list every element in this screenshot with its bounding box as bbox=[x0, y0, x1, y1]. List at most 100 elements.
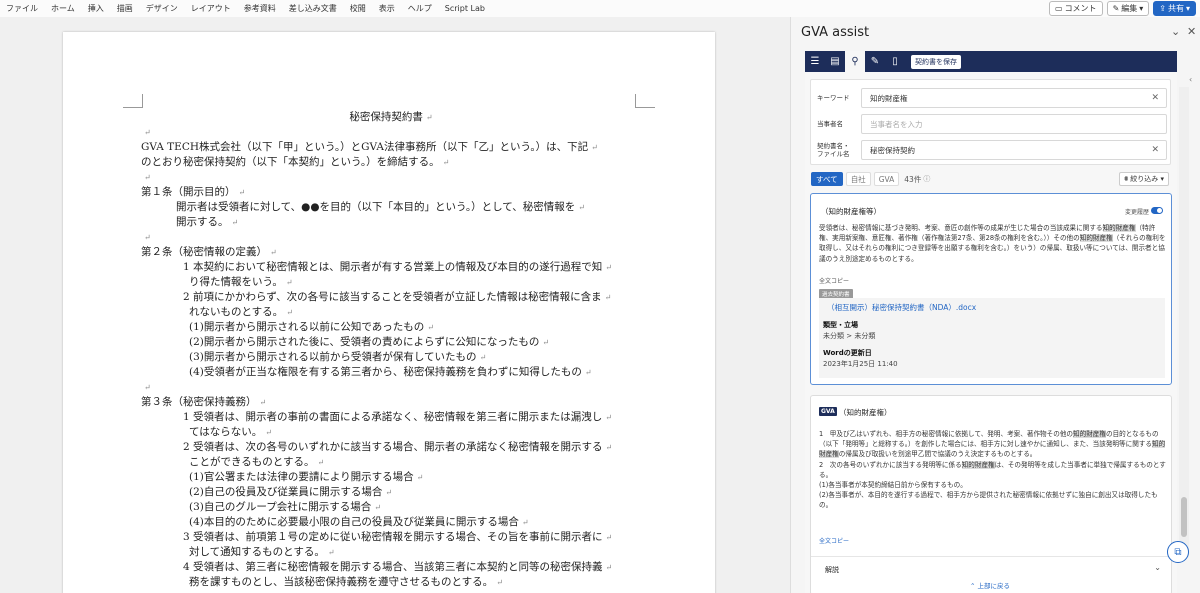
document-canvas: 秘密保持契約書 ↵ ↵ GVA TECH株式会社（以下「甲」という。）とGVA法律事… bbox=[0, 17, 790, 593]
pencil-icon: ✎ bbox=[1112, 4, 1120, 13]
document-line: 4 受領者は、第三者に秘密情報を開示する場合、当該第三者に本契約と同等の秘密保持… bbox=[183, 561, 613, 573]
contract-input[interactable]: 秘密保持契約 ✕ bbox=[861, 140, 1167, 160]
addin-content: ☰ ▤ ⚲ ✎ ▯ 契約書を保存 キーワード 知的財産権 ✕ 当事者名 当事者名を… bbox=[805, 51, 1177, 593]
ribbon-tab[interactable]: 参考資料 bbox=[244, 0, 276, 17]
chevron-down-icon[interactable]: ⌄ bbox=[1171, 25, 1180, 38]
explanation-label: 解説 bbox=[825, 566, 839, 574]
chevron-up-icon: ⌃ bbox=[970, 582, 976, 590]
ribbon-tab[interactable]: 差し込み文書 bbox=[289, 0, 337, 17]
toggle-label: 変更履歴 bbox=[1124, 209, 1149, 216]
share-icon: ⇪ bbox=[1159, 4, 1166, 13]
document-line: 第２条（秘密情報の定義） ↵ bbox=[141, 246, 277, 258]
party-label: 当事者名 bbox=[817, 120, 843, 128]
copy-all-link[interactable]: 全文コピー bbox=[819, 276, 849, 285]
filter-all[interactable]: すべて bbox=[811, 172, 843, 186]
addin-toolbar: ☰ ▤ ⚲ ✎ ▯ 契約書を保存 bbox=[805, 51, 1177, 72]
ribbon-actions: ▭ コメント ✎ 編集 ▾ ⇪ 共有 ▾ bbox=[1049, 1, 1196, 16]
crop-mark-left bbox=[123, 94, 143, 108]
filter-icon: ⩩ bbox=[1124, 174, 1129, 183]
comment-button[interactable]: ▭ コメント bbox=[1049, 1, 1103, 16]
narrow-label: 絞り込み bbox=[1130, 175, 1159, 183]
panel-scrollbar[interactable] bbox=[1179, 87, 1189, 557]
file-icon[interactable]: ▯ bbox=[885, 51, 905, 72]
keyword-label: キーワード bbox=[817, 94, 850, 102]
edit-label: 編集 bbox=[1121, 4, 1138, 13]
clear-icon[interactable]: ✕ bbox=[1151, 145, 1159, 155]
ribbon-tab[interactable]: Script Lab bbox=[445, 0, 485, 17]
document-line: 3 受領者は、前項第１号の定めに従い秘密情報を開示する場合、その旨を事前に開示者… bbox=[183, 531, 613, 543]
document-line: (4)本目的のために必要最小限の自己の役員及び従業員に開示する場合 ↵ bbox=[189, 516, 529, 528]
help-icon[interactable]: ⓘ bbox=[923, 174, 930, 184]
search-form: キーワード 知的財産権 ✕ 当事者名 当事者名を入力 契約書名・ ファイル名 秘密保… bbox=[810, 79, 1171, 165]
ribbon-tab[interactable]: 描画 bbox=[117, 0, 133, 17]
document-line: 対して通知するものとする。 ↵ bbox=[189, 546, 335, 558]
chevron-down-icon: ▾ bbox=[1160, 175, 1164, 183]
ribbon-tab[interactable]: レイアウト bbox=[191, 0, 231, 17]
document-line: 第３条（秘密保持義務） ↵ bbox=[141, 396, 267, 408]
document-line: り得た情報をいう。 ↵ bbox=[189, 276, 293, 288]
document-line: 2 受領者は、次の各号のいずれかに該当する場合、開示者の承諾なく秘密情報を開示す… bbox=[183, 441, 613, 453]
document-line: (2)開示者から開示された後に、受領者の責めによらずに公知になったもの ↵ bbox=[189, 336, 550, 348]
contract-label: 契約書名・ ファイル名 bbox=[817, 142, 850, 158]
ribbon-tab[interactable]: デザイン bbox=[146, 0, 178, 17]
ribbon-tab[interactable]: ファイル bbox=[6, 0, 38, 17]
document-line: てはならない。 ↵ bbox=[189, 426, 272, 438]
source-link[interactable]: （相互開示）秘密保持契約書（NDA）.docx bbox=[827, 302, 976, 313]
document-line: GVA TECH株式会社（以下「甲」という。）とGVA法律事務所（以下「乙」とい… bbox=[141, 141, 598, 153]
result-card[interactable]: （知的財産権等） 変更履歴 受領者は、秘密情報に基づき発明、考案、意匠の創作等の… bbox=[810, 193, 1172, 385]
filter-gva[interactable]: GVA bbox=[873, 172, 900, 186]
clause-tag: （知的財産権等） bbox=[821, 207, 881, 216]
document-line: ↵ bbox=[144, 383, 151, 392]
comment-icon: ▭ bbox=[1055, 4, 1063, 13]
save-contract-button[interactable]: 契約書を保存 bbox=[911, 54, 961, 69]
document-icon[interactable]: ▤ bbox=[825, 51, 845, 72]
clear-icon[interactable]: ✕ bbox=[1151, 93, 1159, 103]
chevron-down-icon: ▾ bbox=[1185, 4, 1190, 13]
edit-button[interactable]: ✎ 編集 ▾ bbox=[1106, 1, 1150, 16]
document-lines: ↵ GVA TECH株式会社（以下「甲」という。）とGVA法律事務所（以下「乙」と… bbox=[141, 125, 641, 590]
clause-text[interactable]: 受領者は、秘密情報に基づき発明、考案、意匠の創作等の成果が生じた場合の当該成果に… bbox=[819, 223, 1167, 264]
contract-value: 秘密保持契約 bbox=[870, 145, 915, 155]
ribbon-tab[interactable]: 校閲 bbox=[350, 0, 366, 17]
back-to-top-link[interactable]: ⌃ 上部に戻る bbox=[970, 580, 1010, 590]
document-line: ↵ bbox=[144, 233, 151, 242]
document-line: 開示する。 ↵ bbox=[176, 216, 239, 228]
ribbon-tab[interactable]: 表示 bbox=[379, 0, 395, 17]
party-placeholder: 当事者名を入力 bbox=[870, 119, 923, 129]
filter-own[interactable]: 自社 bbox=[845, 172, 871, 186]
document-line: (2)自己の役員及び従業員に開示する場合 ↵ bbox=[189, 486, 393, 498]
updated-value: 2023年1月25日 11:40 bbox=[823, 360, 898, 368]
task-pane: GVA assist ⌄ ✕ ‹ ☰ ▤ ⚲ ✎ ▯ 契約書を保存 キーワード … bbox=[790, 17, 1200, 593]
ribbon-tab[interactable]: ホーム bbox=[51, 0, 75, 17]
keyword-input[interactable]: 知的財産権 ✕ bbox=[861, 88, 1167, 108]
ribbon-tabs: ファイル ホーム 挿入 描画 デザイン レイアウト 参考資料 差し込み文書 校閲 表示 ヘルプ Scr… bbox=[0, 0, 498, 17]
document-page[interactable]: 秘密保持契約書 ↵ ↵ GVA TECH株式会社（以下「甲」という。）とGVA法律事… bbox=[63, 32, 715, 593]
ribbon-tab[interactable]: 挿入 bbox=[88, 0, 104, 17]
search-icon[interactable]: ⚲ bbox=[845, 51, 865, 72]
folder-share-icon[interactable]: ⧉ bbox=[1167, 541, 1189, 563]
document-body[interactable]: 秘密保持契約書 ↵ ↵ GVA TECH株式会社（以下「甲」という。）とGVA法律事… bbox=[141, 110, 641, 590]
document-line: (1)開示者から開示される以前に公知であったもの ↵ bbox=[189, 321, 434, 333]
document-line: (4)受領者が正当な権限を有する第三者から、秘密保持義務を負わずに知得したもの ↵ bbox=[189, 366, 592, 378]
keyword-value: 知的財産権 bbox=[870, 93, 908, 103]
chevron-left-icon[interactable]: ‹ bbox=[1189, 75, 1192, 84]
party-input[interactable]: 当事者名を入力 bbox=[861, 114, 1167, 134]
clause-text[interactable]: 1 甲及び乙はいずれも、相手方の秘密情報に依拠して、発明、考案、著作物その他の知… bbox=[819, 429, 1167, 511]
share-button[interactable]: ⇪ 共有 ▾ bbox=[1153, 1, 1196, 16]
narrow-button[interactable]: ⩩ 絞り込み ▾ bbox=[1119, 172, 1169, 186]
ribbon: ファイル ホーム 挿入 描画 デザイン レイアウト 参考資料 差し込み文書 校閲 表示 ヘルプ Scr… bbox=[0, 0, 1200, 17]
explanation-accordion[interactable]: 解説 ⌄ bbox=[811, 556, 1171, 580]
document-title: 秘密保持契約書 ↵ bbox=[349, 111, 433, 123]
copy-all-link[interactable]: 全文コピー bbox=[819, 536, 849, 545]
ribbon-tab[interactable]: ヘルプ bbox=[408, 0, 432, 17]
close-icon[interactable]: ✕ bbox=[1187, 25, 1196, 38]
track-changes-toggle[interactable] bbox=[1151, 207, 1163, 214]
pen-icon[interactable]: ✎ bbox=[865, 51, 885, 72]
document-line: (1)官公署または法律の要請により開示する場合 ↵ bbox=[189, 471, 424, 483]
clause-tag: （知的財産権） bbox=[839, 408, 892, 417]
scrollbar-thumb[interactable] bbox=[1181, 497, 1187, 537]
document-line: 1 受領者は、開示者の事前の書面による承諾なく、秘密情報を第三者に開示または漏洩… bbox=[183, 411, 612, 423]
menu-icon[interactable]: ☰ bbox=[805, 51, 825, 72]
document-line: (3)自己のグループ会社に開示する場合 ↵ bbox=[189, 501, 381, 513]
result-card[interactable]: GVA （知的財産権） 1 甲及び乙はいずれも、相手方の秘密情報に依拠して、発明… bbox=[810, 395, 1172, 593]
